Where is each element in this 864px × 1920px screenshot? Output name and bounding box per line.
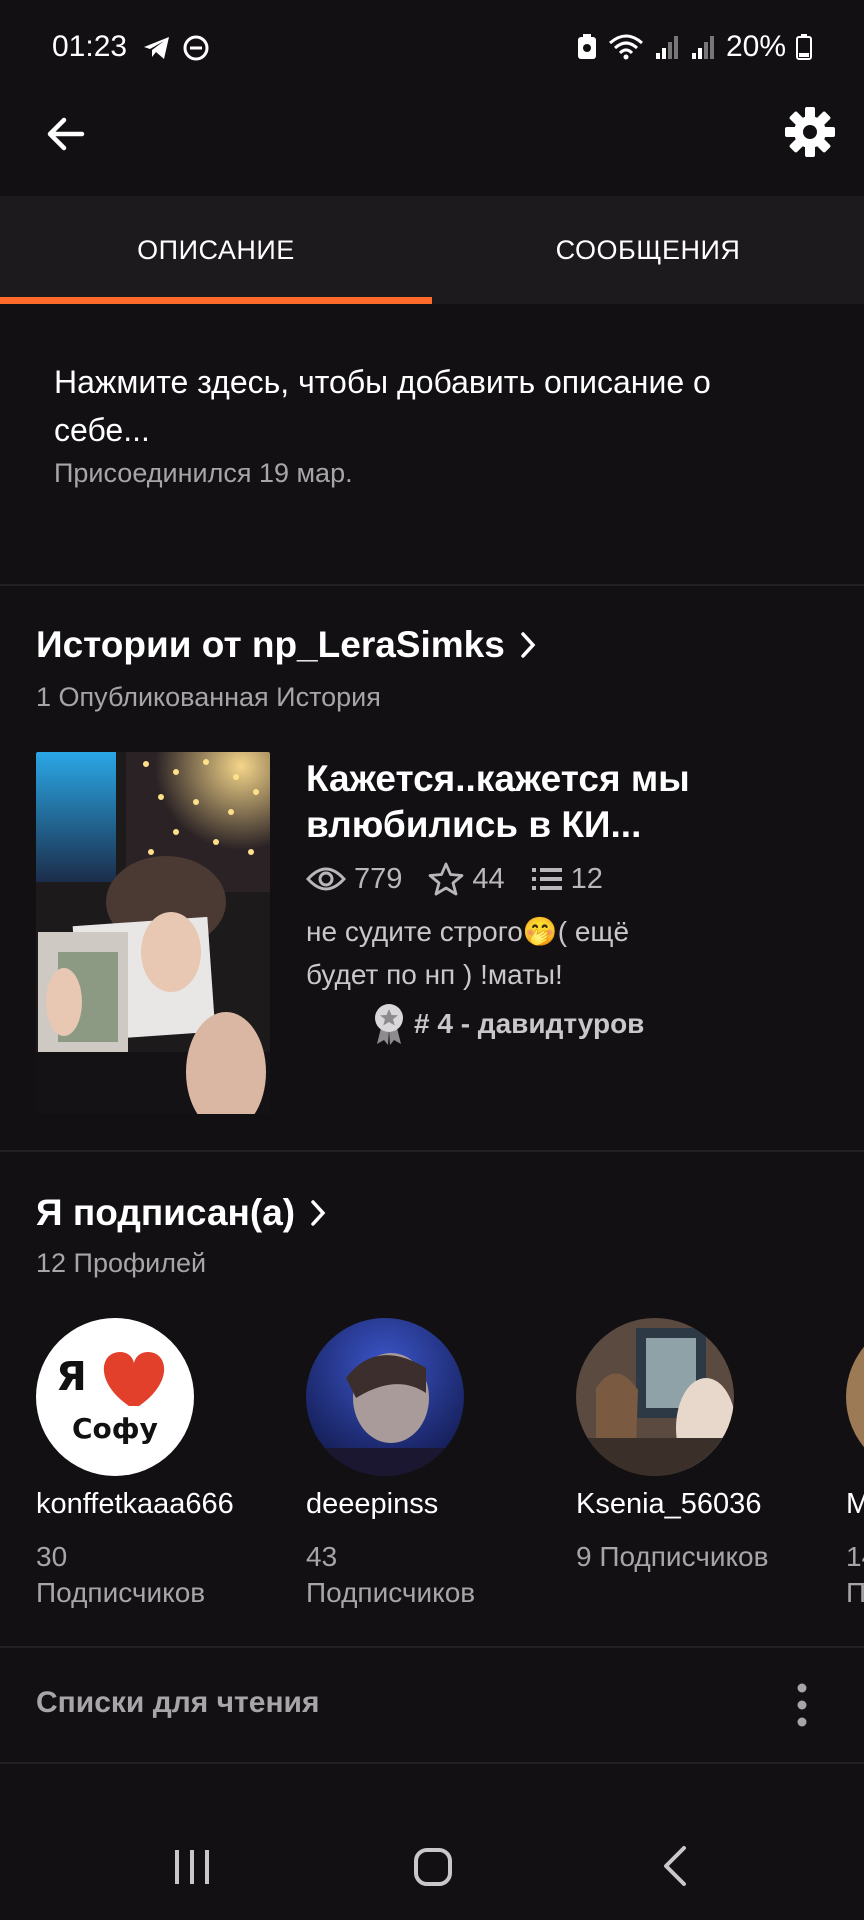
do-not-disturb-icon [183, 35, 209, 61]
profile-card[interactable]: M 14 П [846, 1318, 864, 1611]
battery-percent: 20% [725, 30, 786, 63]
rank-label: # 4 - давидтуров [414, 1008, 645, 1039]
gear-icon [785, 107, 835, 157]
profile-username: M [846, 1488, 864, 1520]
home-icon [414, 1848, 452, 1886]
profile-card[interactable]: Я Софу konffetkaaa666 30 Подписчиков [36, 1318, 286, 1611]
stories-header[interactable]: Истории от np_LeraSimks [36, 624, 537, 666]
avatar [306, 1318, 464, 1476]
signal-2-icon [691, 36, 714, 59]
avatar-text-top: Я [56, 1354, 87, 1400]
following-title: Я подписан(а) [36, 1192, 296, 1233]
telegram-icon [144, 37, 169, 59]
list-icon [531, 868, 562, 890]
system-back-button[interactable] [660, 1844, 690, 1893]
profile-card[interactable]: deeepinss 43 Подписчиков [306, 1318, 556, 1611]
wifi-icon [608, 34, 643, 60]
story-rank[interactable]: # 4 - давидтуров [372, 1002, 644, 1046]
status-left-icons [142, 34, 210, 62]
story-cover-image[interactable] [36, 752, 270, 1114]
status-bar: 01:23 20% [0, 0, 864, 100]
system-nav-bar [0, 1800, 864, 1920]
profile-username: deeepinss [306, 1488, 439, 1520]
story-title[interactable]: Кажется..кажется мы влюбились в КИ... [306, 756, 776, 848]
heart-icon [103, 1352, 165, 1406]
divider [0, 584, 864, 586]
tab-messages[interactable]: СООБЩЕНИЯ [432, 196, 864, 304]
stories-title: Истории от np_LeraSimks [36, 624, 505, 665]
parts-stat: 12 [531, 863, 603, 896]
profile-username: Ksenia_56036 [576, 1488, 762, 1520]
divider [0, 1150, 864, 1152]
status-time: 01:23 [52, 30, 128, 63]
award-badge-icon [375, 1004, 403, 1045]
joined-date: Присоединился 19 мар. [54, 458, 353, 488]
stories-count: 1 Опубликованная История [36, 682, 381, 712]
profile-followers: 30 Подписчиков [36, 1541, 206, 1608]
votes-stat: 44 [428, 862, 505, 896]
back-button[interactable] [40, 108, 92, 160]
avatar [576, 1318, 734, 1476]
signal-icon [655, 36, 678, 59]
profile-followers: 43 Подписчиков [306, 1541, 476, 1608]
profile-username: konffetkaaa666 [36, 1488, 234, 1520]
star-icon [428, 862, 464, 896]
profile-followers: 9 Подписчиков [576, 1541, 769, 1572]
chevron-left-icon [664, 1846, 686, 1886]
reading-lists-title[interactable]: Списки для чтения [36, 1686, 320, 1720]
status-right: 20% [576, 30, 812, 64]
tab-description[interactable]: ОПИСАНИЕ [0, 196, 432, 304]
following-header[interactable]: Я подписан(а) [36, 1192, 327, 1234]
views-count: 779 [354, 862, 403, 895]
chevron-right-icon [521, 632, 536, 658]
avatar-text-bottom: Софу [72, 1412, 158, 1445]
arrow-left-icon [47, 117, 85, 151]
settings-button[interactable] [782, 104, 838, 160]
parts-count: 12 [570, 862, 603, 895]
more-vertical-icon [797, 1683, 807, 1727]
reading-lists-menu-button[interactable] [788, 1680, 816, 1730]
story-description: не судите строго🤭( ещё будет по нп ) !ма… [306, 916, 630, 990]
avatar: Я Софу [36, 1318, 194, 1476]
divider [0, 1646, 864, 1648]
profile-tabs: ОПИСАНИЕ СООБЩЕНИЯ [0, 196, 864, 304]
views-stat: 779 [306, 863, 402, 896]
profile-card[interactable]: Ksenia_56036 9 Подписчиков [576, 1318, 826, 1575]
recent-apps-button[interactable] [172, 1848, 212, 1891]
chevron-right-icon [311, 1200, 326, 1226]
battery-saver-icon [577, 34, 596, 59]
story-stats: 779 44 12 [306, 862, 603, 896]
profile-followers: 14 П [846, 1541, 864, 1608]
votes-count: 44 [472, 862, 505, 895]
following-count: 12 Профилей [36, 1248, 207, 1278]
add-description-prompt[interactable]: Нажмите здесь, чтобы добавить описание о… [54, 358, 814, 454]
avatar [846, 1318, 864, 1476]
home-button[interactable] [413, 1846, 453, 1893]
divider [0, 1762, 864, 1764]
battery-icon [796, 34, 812, 60]
eye-icon [306, 867, 346, 891]
recent-apps-icon [175, 1850, 209, 1884]
